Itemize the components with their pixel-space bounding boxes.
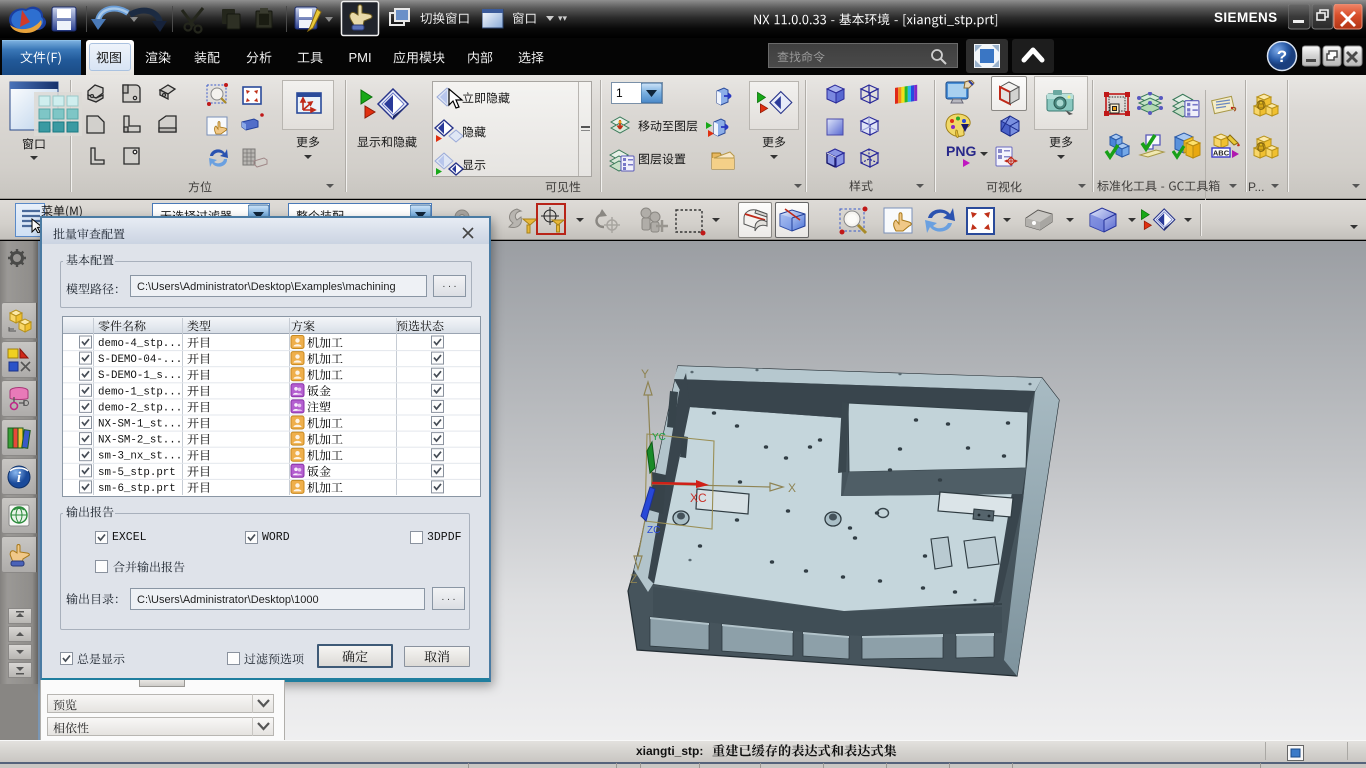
svg-text:S-DEMO-1_s...: S-DEMO-1_s... <box>98 370 182 382</box>
svg-text:Z: Z <box>630 572 637 586</box>
svg-text:XC: XC <box>690 491 707 505</box>
svg-text:X: X <box>788 481 796 495</box>
svg-text:NX-SM-2_st...: NX-SM-2_st... <box>98 435 182 447</box>
svg-text:ZC: ZC <box>647 525 660 536</box>
svg-text:S-DEMO-04-...: S-DEMO-04-... <box>98 354 182 366</box>
svg-text:sm-3_nx_st...: sm-3_nx_st... <box>98 451 182 463</box>
svg-text:Y: Y <box>641 367 649 381</box>
svg-text:demo-2_stp...: demo-2_stp... <box>98 402 182 414</box>
svg-text:sm-6_stp.prt: sm-6_stp.prt <box>98 483 176 495</box>
svg-text:YC: YC <box>652 432 666 443</box>
svg-text:ABC: ABC <box>1213 149 1230 158</box>
svg-text:NX-SM-1_st...: NX-SM-1_st... <box>98 419 182 431</box>
svg-text:demo-4_stp...: demo-4_stp... <box>98 338 182 350</box>
svg-text:demo-1_stp...: demo-1_stp... <box>98 386 182 398</box>
svg-text:?: ? <box>1277 47 1287 66</box>
svg-text:sm-5_stp.prt: sm-5_stp.prt <box>98 467 176 479</box>
